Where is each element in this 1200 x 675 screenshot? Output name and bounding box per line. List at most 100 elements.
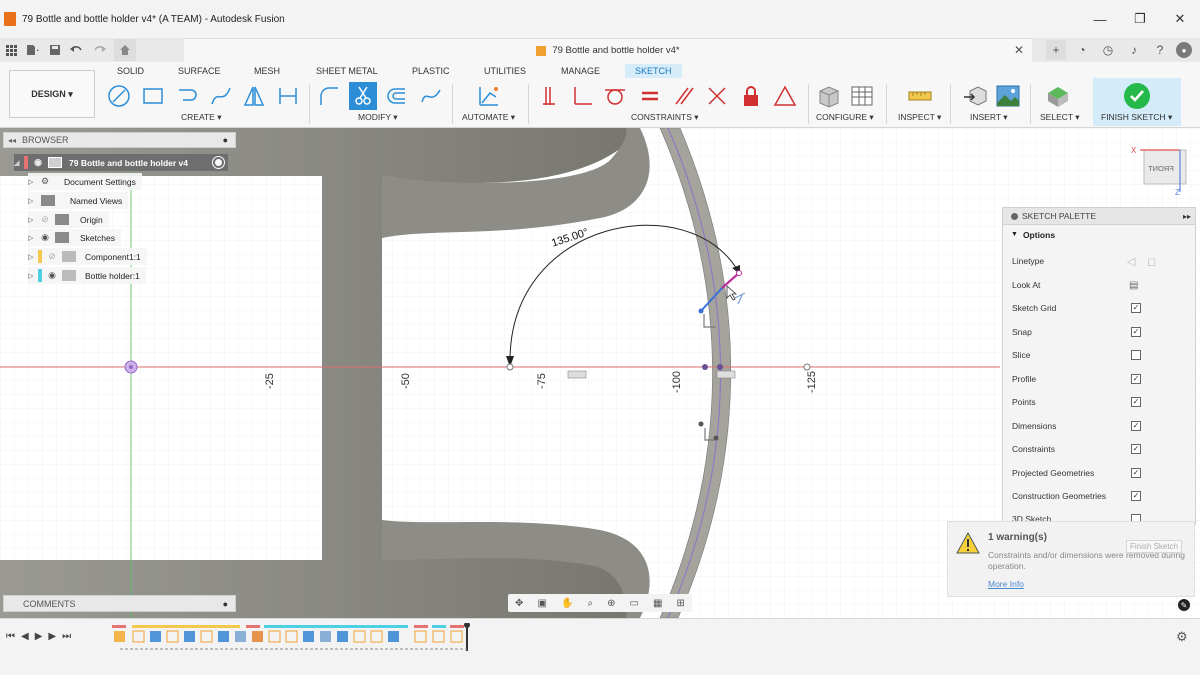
modify-group-label[interactable]: MODIFY ▾ — [358, 112, 398, 123]
browser-item-sketches[interactable]: ▷ ◉ Sketches — [28, 229, 121, 246]
browser-panel-header[interactable]: ◂◂ BROWSER ● — [3, 132, 236, 148]
file-menu-icon[interactable] — [22, 39, 44, 61]
automate-tool-button[interactable] — [475, 82, 503, 110]
tab-manage[interactable]: MANAGE — [557, 64, 604, 78]
timeline-features[interactable] — [112, 623, 472, 653]
profile-checkbox[interactable]: ✓ — [1131, 374, 1141, 384]
browser-item-named-views[interactable]: ▷ Named Views — [28, 192, 129, 209]
line-tool-button[interactable] — [105, 82, 133, 110]
measure-ruler-icon[interactable] — [906, 82, 934, 110]
zoom-window-icon[interactable]: ⊕ — [607, 598, 615, 609]
save-icon[interactable] — [44, 39, 66, 61]
minimize-button[interactable]: — — [1080, 0, 1120, 38]
expand-arrow-icon[interactable]: ▷ — [28, 234, 38, 242]
look-at-calendar-icon[interactable]: ▤ — [1129, 280, 1138, 291]
projected-geometries-checkbox[interactable]: ✓ — [1131, 468, 1141, 478]
pan-hand-icon[interactable]: ✋ — [561, 598, 573, 609]
perpendicular-constraint-button[interactable] — [568, 82, 596, 110]
tab-solid[interactable]: SOLID — [113, 64, 148, 78]
document-tab[interactable]: 79 Bottle and bottle holder v4* ✕ — [184, 38, 1032, 62]
options-section-header[interactable]: ▼ Options — [1003, 225, 1195, 244]
visibility-eye-icon[interactable]: ◉ — [31, 157, 45, 168]
expand-arrow-icon[interactable]: ▷ — [28, 253, 38, 261]
timeline-settings-gear-icon[interactable]: ⚙ — [1176, 629, 1188, 645]
redo-icon[interactable] — [88, 39, 110, 61]
mirror-tool-button[interactable] — [240, 82, 268, 110]
activate-radio-icon[interactable] — [213, 157, 224, 168]
undo-icon[interactable] — [66, 39, 88, 61]
select-tool-icon[interactable] — [1043, 82, 1071, 110]
coincident-constraint-button[interactable] — [535, 82, 563, 110]
linetype-centerline-icon[interactable]: ◻ — [1147, 255, 1156, 268]
constraints-group-label[interactable]: CONSTRAINTS ▾ — [631, 112, 699, 123]
points-checkbox[interactable]: ✓ — [1131, 397, 1141, 407]
home-icon[interactable] — [114, 39, 136, 61]
constraints-checkbox[interactable]: ✓ — [1131, 444, 1141, 454]
help-icon[interactable]: ? — [1150, 40, 1170, 60]
sketch-point[interactable] — [506, 363, 514, 371]
rectangle-tool-button[interactable] — [139, 82, 167, 110]
maximize-button[interactable]: ❐ — [1120, 0, 1160, 38]
viewports-icon[interactable]: ⊞ — [677, 598, 685, 609]
display-settings-icon[interactable]: ▭ — [630, 598, 639, 609]
constraint-glyph[interactable] — [716, 370, 736, 379]
select-group-label[interactable]: SELECT ▾ — [1040, 112, 1080, 123]
new-tab-icon[interactable]: + — [1046, 40, 1066, 60]
visibility-eye-icon[interactable]: ◉ — [38, 232, 52, 243]
visibility-eye-icon[interactable]: ◉ — [45, 270, 59, 281]
constraint-glyph[interactable] — [567, 370, 587, 379]
step-forward-icon[interactable]: ▶ — [48, 631, 56, 642]
dimensions-checkbox[interactable]: ✓ — [1131, 421, 1141, 431]
expand-arrow-icon[interactable]: ▷ — [28, 216, 38, 224]
step-back-icon[interactable]: ◀ — [21, 631, 29, 642]
palette-expand-icon[interactable]: ▸▸ — [1183, 212, 1191, 221]
fix-constraint-lock-icon[interactable] — [737, 82, 765, 110]
comments-panel-header[interactable]: COMMENTS ● — [3, 595, 236, 612]
more-info-link[interactable]: More Info — [988, 579, 1024, 589]
go-to-start-icon[interactable]: ⏮ — [6, 631, 15, 642]
extend-tool-button[interactable] — [417, 82, 445, 110]
close-tab-icon[interactable]: ✕ — [1014, 43, 1024, 57]
browser-item-bottle-holder[interactable]: ▷ ◉ Bottle holder:1 — [28, 267, 146, 284]
go-to-end-icon[interactable]: ⏭ — [62, 631, 71, 642]
job-status-icon[interactable]: ◷ — [1098, 40, 1118, 60]
linetype-construction-icon[interactable]: ◁ — [1127, 255, 1135, 268]
spline-tool-button[interactable] — [207, 82, 235, 110]
configure-group-label[interactable]: CONFIGURE ▾ — [816, 112, 874, 123]
fillet-tool-button[interactable] — [315, 82, 343, 110]
finish-sketch-button[interactable]: FINISH SKETCH ▾ — [1093, 78, 1181, 126]
browser-root-node[interactable]: ◢ ◉ 79 Bottle and bottle holder v4 — [14, 154, 228, 171]
browser-item-component1[interactable]: ▷ ⊘ Component1:1 — [28, 248, 147, 265]
trim-tool-button[interactable] — [349, 82, 377, 110]
tab-sheet-metal[interactable]: SHEET METAL — [312, 64, 382, 78]
notifications-icon[interactable]: ♪ — [1124, 40, 1144, 60]
insert-derive-icon[interactable] — [961, 82, 989, 110]
look-at-icon[interactable]: ▣ — [537, 598, 546, 609]
user-avatar[interactable]: ● — [1176, 42, 1192, 58]
tab-plastic[interactable]: PLASTIC — [408, 64, 454, 78]
slot-tool-button[interactable] — [173, 82, 201, 110]
comments-pin-icon[interactable]: ● — [223, 599, 228, 609]
tab-mesh[interactable]: MESH — [250, 64, 284, 78]
offset-tool-button[interactable] — [383, 82, 411, 110]
expand-arrow-icon[interactable]: ▷ — [28, 197, 38, 205]
slice-checkbox[interactable] — [1131, 350, 1141, 360]
insert-image-icon[interactable] — [994, 82, 1022, 110]
inspect-group-label[interactable]: INSPECT ▾ — [898, 112, 941, 123]
snap-checkbox[interactable]: ✓ — [1131, 327, 1141, 337]
browser-item-origin[interactable]: ▷ ⊘ Origin — [28, 211, 109, 228]
expand-arrow-icon[interactable]: ▷ — [28, 272, 38, 280]
close-window-button[interactable]: ✕ — [1160, 0, 1200, 38]
tangent-constraint-button[interactable] — [601, 82, 629, 110]
collapse-arrow-icon[interactable]: ▼ — [1011, 231, 1018, 238]
sketch-point[interactable] — [717, 364, 723, 370]
zoom-icon[interactable]: ⌕ — [587, 598, 593, 609]
symmetry-constraint-button[interactable] — [771, 82, 799, 110]
insert-group-label[interactable]: INSERT ▾ — [970, 112, 1008, 123]
midpoint-constraint-button[interactable] — [703, 82, 731, 110]
expand-arrow-icon[interactable]: ▷ — [28, 178, 38, 186]
tab-surface[interactable]: SURFACE — [174, 64, 225, 78]
app-grid-icon[interactable] — [0, 39, 22, 61]
create-group-label[interactable]: CREATE ▾ — [181, 112, 221, 123]
sketch-grid-checkbox[interactable]: ✓ — [1131, 303, 1141, 313]
